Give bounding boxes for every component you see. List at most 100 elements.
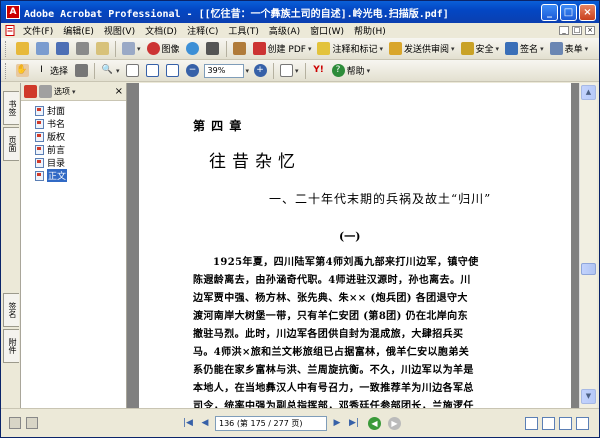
- document-view[interactable]: 第 四 章 往昔杂忆 一、二十年代末期的兵祸及故土“归川” (一) 1925年夏…: [127, 83, 579, 408]
- bookmark-item[interactable]: 版权: [21, 130, 126, 143]
- forms-button[interactable]: 表单 ▾: [548, 40, 591, 58]
- toolbar-grip[interactable]: [5, 62, 8, 79]
- menu-help[interactable]: 帮助(H): [349, 24, 391, 37]
- create-pdf-button[interactable]: 创建 PDF ▾: [251, 40, 314, 58]
- scroll-thumb[interactable]: [581, 263, 596, 275]
- status-bar: |◀ ◀ 136 (第 175 / 277 页) ▶ ▶| ◀ ▶: [1, 408, 599, 437]
- next-page-button[interactable]: ▶: [330, 416, 344, 430]
- menu-file[interactable]: 文件(F): [18, 24, 58, 37]
- options-dropdown-arrow[interactable]: ▾: [72, 88, 76, 96]
- scroll-down-arrow[interactable]: ▼: [581, 389, 596, 404]
- continuous-icon[interactable]: [542, 416, 555, 430]
- select-tool-button[interactable]: I 选择: [33, 62, 70, 80]
- body-line: 本地人，在当地彝汉人中有号召力，一致推荐羊为川边各军总: [193, 383, 474, 394]
- doc-close-button[interactable]: ×: [585, 26, 595, 35]
- scroll-up-arrow[interactable]: ▲: [581, 85, 596, 100]
- bookmark-icon: [35, 131, 44, 142]
- zoom-dropdown-arrow[interactable]: ▾: [246, 67, 250, 75]
- doc-restore-button[interactable]: □: [572, 26, 582, 35]
- menu-bar: 文件(F) 编辑(E) 视图(V) 文档(D) 注释(C) 工具(T) 高级(A…: [1, 23, 599, 38]
- image-button[interactable]: 图像: [145, 40, 182, 58]
- vertical-scrollbar[interactable]: ▲ ▼: [579, 83, 597, 408]
- comment-icon: [317, 42, 331, 55]
- zoom-in-button[interactable]: +: [251, 62, 269, 80]
- toolbar-separator: [304, 62, 306, 79]
- menu-comments[interactable]: 注释(C): [182, 24, 223, 37]
- organizer-button[interactable]: [231, 40, 249, 58]
- bookmark-icon: [35, 105, 44, 116]
- toolbar-grip[interactable]: [5, 40, 8, 57]
- actual-size-button[interactable]: [124, 62, 142, 80]
- bookmarks-header: 选项 ▾ ×: [21, 83, 126, 101]
- secure-button[interactable]: 安全 ▾: [459, 40, 502, 58]
- bookmark-item[interactable]: 目录: [21, 156, 126, 169]
- zoom-out-button[interactable]: −: [184, 62, 202, 80]
- bookmark-item-selected[interactable]: 正文: [21, 169, 126, 182]
- options-menu[interactable]: 选项: [54, 86, 70, 97]
- folder-open-icon: [15, 42, 29, 55]
- sign-button[interactable]: 签名 ▾: [503, 40, 546, 58]
- chapter-heading: 第 四 章: [193, 119, 243, 133]
- save-button[interactable]: [53, 40, 71, 58]
- fit-page-button[interactable]: [144, 62, 162, 80]
- previous-page-button[interactable]: ◀: [198, 416, 212, 430]
- tab-bookmarks[interactable]: 书签: [3, 91, 19, 125]
- search-button[interactable]: [184, 40, 202, 58]
- help-button[interactable]: ? 帮助 ▾: [330, 62, 373, 80]
- yahoo-button[interactable]: Y!: [310, 62, 328, 80]
- continuous-facing-icon[interactable]: [576, 416, 589, 430]
- hand-tool-button[interactable]: ✋: [13, 62, 31, 80]
- previous-view-button[interactable]: ◀: [368, 416, 381, 430]
- page-size-icon[interactable]: [26, 417, 38, 429]
- last-page-button[interactable]: ▶|: [347, 416, 361, 430]
- bookmark-item[interactable]: 封面: [21, 104, 126, 117]
- doc-minimize-button[interactable]: _: [559, 26, 569, 35]
- comment-markup-button[interactable]: 注释和标记 ▾: [315, 40, 385, 58]
- create-from-file-button[interactable]: [33, 40, 51, 58]
- open-button[interactable]: [13, 40, 31, 58]
- tab-signatures[interactable]: 签名: [3, 293, 19, 327]
- tab-pages[interactable]: 页面: [3, 127, 19, 161]
- email-icon: [95, 42, 109, 55]
- bookmark-item[interactable]: 书名: [21, 117, 126, 130]
- menu-document[interactable]: 文档(D): [140, 24, 182, 37]
- next-view-button[interactable]: ▶: [388, 416, 401, 430]
- single-page-icon[interactable]: [525, 416, 538, 430]
- menu-edit[interactable]: 编辑(E): [58, 24, 99, 37]
- minimize-button[interactable]: _: [541, 3, 558, 21]
- fit-width-button[interactable]: [164, 62, 182, 80]
- bookmark-icon: [35, 118, 44, 129]
- close-panel-icon[interactable]: ×: [115, 86, 123, 97]
- snapshot-button[interactable]: [72, 62, 90, 80]
- globe-icon: [186, 42, 200, 55]
- section-heading: 一、二十年代末期的兵祸及故土“归川”: [269, 192, 492, 206]
- email-button[interactable]: [93, 40, 111, 58]
- menu-tools[interactable]: 工具(T): [223, 24, 264, 37]
- print-button[interactable]: [73, 40, 91, 58]
- zoom-input[interactable]: 39%: [203, 63, 244, 78]
- toolbar-separator: [225, 40, 227, 57]
- attach-button[interactable]: ▾: [120, 40, 143, 58]
- document-icon[interactable]: [5, 25, 16, 36]
- menu-view[interactable]: 视图(V): [99, 24, 140, 37]
- acrobat-app-icon[interactable]: A: [6, 5, 20, 19]
- new-bookmark-icon[interactable]: [24, 85, 37, 98]
- send-review-button[interactable]: 发送供审阅 ▾: [387, 40, 457, 58]
- bookmark-item[interactable]: 前言: [21, 143, 126, 156]
- zoom-tool-button[interactable]: 🔍 ▾: [99, 62, 122, 80]
- close-button[interactable]: ×: [579, 3, 596, 21]
- page-number-field[interactable]: 136 (第 175 / 277 页): [215, 415, 327, 431]
- delete-bookmark-icon[interactable]: [39, 85, 52, 98]
- maximize-button[interactable]: □: [560, 3, 577, 21]
- menu-advanced[interactable]: 高级(A): [264, 24, 305, 37]
- rotate-button[interactable]: ▾: [278, 62, 301, 80]
- panel-toggle-icon[interactable]: [9, 417, 21, 429]
- tab-attachments[interactable]: 附件: [3, 329, 19, 363]
- menu-window[interactable]: 窗口(W): [305, 24, 349, 37]
- app-window: A Adobe Acrobat Professional - [[忆往昔：一个彝…: [0, 0, 600, 438]
- organizer-icon: [233, 42, 247, 55]
- facing-icon[interactable]: [559, 416, 572, 430]
- main-toolbar: ▾ 图像 创建 PDF ▾ 注释和标记 ▾ 发送供审阅 ▾ 安全 ▾ 签名 ▾ 表单 ▾: [1, 38, 599, 60]
- find-button[interactable]: [204, 40, 222, 58]
- first-page-button[interactable]: |◀: [181, 416, 195, 430]
